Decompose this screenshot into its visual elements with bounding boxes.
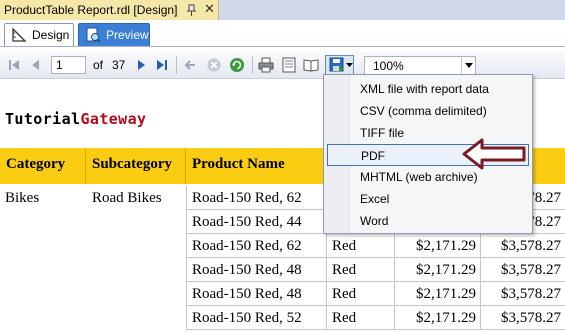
menu-item-label: CSV (comma delimited): [360, 104, 487, 118]
preview-icon: [86, 27, 101, 43]
zoom-select[interactable]: 100%: [364, 56, 476, 75]
first-page-icon[interactable]: [6, 57, 22, 73]
menu-item-word[interactable]: Word: [327, 210, 529, 232]
export-button[interactable]: [325, 55, 354, 75]
zoom-dropdown-arrow[interactable]: [461, 57, 475, 74]
tab-preview-label: Preview: [106, 28, 149, 42]
cell-product-name: Road-150 Red, 48: [186, 258, 326, 282]
cell-price: $3,578.27: [480, 282, 565, 306]
menu-item-label: PDF: [361, 149, 385, 163]
close-icon[interactable]: ✕: [204, 1, 215, 17]
view-tab-bar: Design Preview: [0, 20, 565, 47]
document-tab-title: ProductTable Report.rdl [Design]: [4, 3, 178, 17]
export-icon: [329, 57, 344, 72]
cell-color: Red: [326, 282, 394, 306]
previous-page-icon[interactable]: [27, 57, 43, 73]
back-icon[interactable]: [182, 57, 198, 73]
cell-product-name: Road-150 Red, 44: [186, 210, 326, 234]
zoom-value: 100%: [373, 59, 404, 73]
report-title-tutorial: Tutorial: [5, 110, 81, 128]
report-title: TutorialGateway: [5, 110, 146, 128]
report-title-gateway: Gateway: [80, 110, 147, 128]
menu-item-label: MHTML (web archive): [360, 170, 478, 184]
toolbar-separator: [252, 56, 253, 74]
tab-design-label: Design: [32, 28, 70, 42]
cell-price: $3,578.27: [480, 234, 565, 258]
print-layout-icon[interactable]: [281, 57, 297, 73]
menu-item-xml[interactable]: XML file with report data: [327, 78, 529, 100]
header-product-name: Product Name: [192, 156, 285, 172]
cell-cost: $2,171.29: [394, 234, 480, 258]
cell-product-name: Road-150 Red, 62: [186, 186, 326, 210]
cell-product-name: Road-150 Red, 52: [186, 306, 326, 330]
cell-color: Red: [326, 234, 394, 258]
total-pages: 37: [112, 58, 126, 72]
cell-cost: $2,171.29: [394, 306, 480, 330]
tab-preview[interactable]: Preview: [78, 23, 150, 46]
document-tab[interactable]: ProductTable Report.rdl [Design] ✕: [0, 0, 219, 20]
next-page-icon[interactable]: [134, 57, 150, 73]
stop-icon[interactable]: [206, 57, 222, 73]
design-icon: [12, 27, 27, 42]
cell-cost: $2,171.29: [394, 282, 480, 306]
menu-item-excel[interactable]: Excel: [327, 188, 529, 210]
page-number-input[interactable]: [51, 56, 86, 74]
document-tab-bar: ProductTable Report.rdl [Design] ✕: [0, 0, 565, 20]
cell-price: $3,578.27: [480, 258, 565, 282]
print-icon[interactable]: [258, 57, 274, 73]
refresh-icon[interactable]: [229, 57, 245, 73]
last-page-icon[interactable]: [154, 57, 170, 73]
cell-cost: $2,171.29: [394, 258, 480, 282]
cell-subcategory: Road Bikes: [92, 190, 162, 206]
toolbar-separator: [176, 56, 177, 74]
cell-category: Bikes: [5, 190, 40, 206]
menu-item-label: Excel: [360, 192, 390, 206]
tab-design[interactable]: Design: [4, 23, 74, 46]
annotation-arrow-icon: [462, 138, 526, 170]
cell-product-name: Road-150 Red, 62: [186, 234, 326, 258]
cell-price: $3,578.27: [480, 306, 565, 330]
menu-item-label: Word: [360, 214, 389, 228]
menu-item-csv[interactable]: CSV (comma delimited): [327, 100, 529, 122]
chevron-down-icon: [346, 63, 353, 67]
header-subcategory: Subcategory: [86, 148, 186, 184]
menu-item-label: TIFF file: [360, 126, 404, 140]
menu-item-label: XML file with report data: [360, 82, 489, 96]
page-setup-icon[interactable]: [303, 57, 319, 73]
pin-icon[interactable]: [184, 3, 198, 17]
page-of-label: of: [93, 58, 104, 72]
cell-color: Red: [326, 258, 394, 282]
header-category: Category: [0, 148, 86, 184]
cell-product-name: Road-150 Red, 48: [186, 282, 326, 306]
cell-color: Red: [326, 306, 394, 330]
chevron-down-icon: [465, 63, 473, 68]
